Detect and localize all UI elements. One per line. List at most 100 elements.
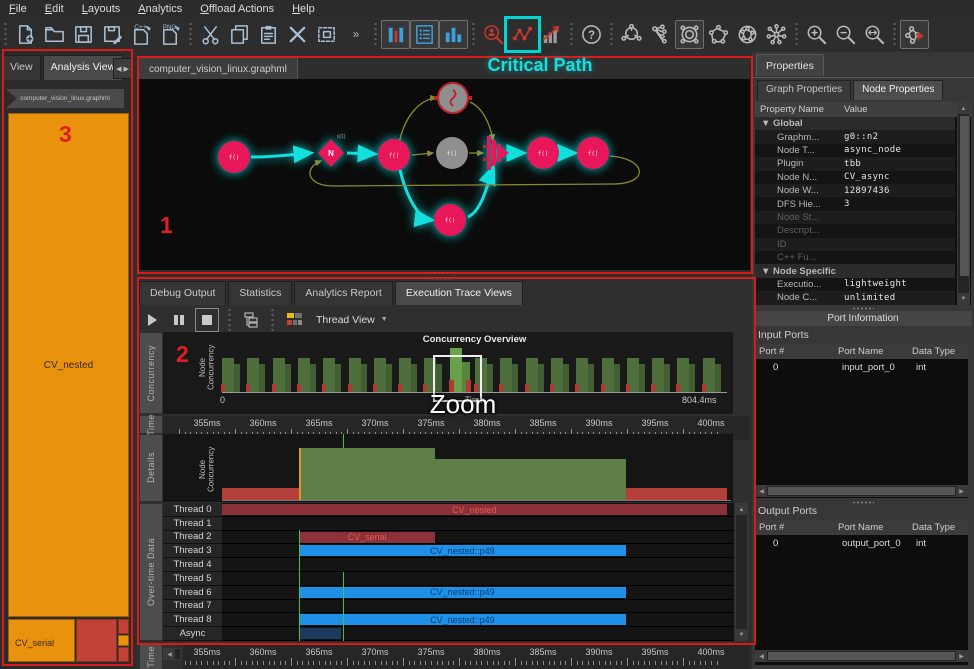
layout-caged-icon[interactable] xyxy=(733,20,762,49)
histogram-view-icon[interactable] xyxy=(381,20,410,49)
property-row[interactable]: Node N...CV_async xyxy=(755,171,955,184)
trace-tab-statistics[interactable]: Statistics xyxy=(228,281,292,305)
timeline-bar[interactable]: CV_nested::p49 xyxy=(299,545,626,556)
graph-node-out1[interactable]: f() xyxy=(527,137,559,169)
property-row[interactable]: Plugintbb xyxy=(755,157,955,170)
menu-offload-actions[interactable]: Offload Actions xyxy=(191,2,283,16)
scroll-down-icon[interactable]: ▼ xyxy=(958,293,969,304)
treemap-small-cell[interactable] xyxy=(118,619,129,634)
property-row[interactable]: Node T...async_node xyxy=(755,144,955,157)
splitter-grip[interactable] xyxy=(852,307,874,310)
zoom-in-icon[interactable] xyxy=(802,20,831,49)
breadcrumb[interactable]: computer_vision_linux.graphml xyxy=(6,89,124,108)
treemap-cv-nested[interactable]: CV_nested xyxy=(8,113,129,617)
open-file-icon[interactable] xyxy=(40,20,69,49)
critical-path-icon[interactable] xyxy=(508,20,537,49)
timeline-bar[interactable]: CV_nested::p49 xyxy=(299,587,626,598)
section-tab-overtime[interactable]: Over-time Data xyxy=(140,504,162,640)
help-icon[interactable]: ? xyxy=(577,20,606,49)
stop-button[interactable] xyxy=(195,308,219,332)
group-hierarchy-icon[interactable] xyxy=(240,309,262,331)
layout-organic-icon[interactable] xyxy=(617,20,646,49)
timeline-bar[interactable]: CV_nested xyxy=(222,504,727,515)
play-button[interactable] xyxy=(141,309,163,331)
properties-subtab-graph-properties[interactable]: Graph Properties xyxy=(757,80,851,100)
export-png-icon[interactable]: PNG xyxy=(156,20,185,49)
new-file-icon[interactable] xyxy=(11,20,40,49)
property-row[interactable]: ▼ Node Specific xyxy=(755,264,955,277)
performance-icon[interactable] xyxy=(537,20,566,49)
property-row[interactable]: Node St... xyxy=(755,211,955,224)
graph-node-buffer[interactable] xyxy=(434,83,472,113)
thread-view-dropdown[interactable]: Thread View ▼ xyxy=(316,314,388,326)
run-graph-icon[interactable] xyxy=(900,20,929,49)
port-cell[interactable]: 0 xyxy=(773,538,778,551)
layout-circular-icon[interactable] xyxy=(704,20,733,49)
treemap-red-block[interactable] xyxy=(76,619,117,662)
property-row[interactable]: Executio...lightweight xyxy=(755,278,955,291)
thread-scrollbar[interactable]: ▲ ▼ xyxy=(735,503,748,641)
scroll-up-icon[interactable]: ▲ xyxy=(958,103,969,114)
port-cell[interactable]: int xyxy=(916,362,926,375)
menu-edit[interactable]: Edit xyxy=(36,2,73,16)
layout-force-icon[interactable] xyxy=(762,20,791,49)
menu-analytics[interactable]: Analytics xyxy=(129,2,191,16)
properties-subtab-node-properties[interactable]: Node Properties xyxy=(853,80,943,100)
treemap-cv-serial[interactable]: CV_serial xyxy=(8,619,75,662)
menu-help[interactable]: Help xyxy=(283,2,324,16)
section-tab-time[interactable]: Time xyxy=(140,416,162,433)
paste-icon[interactable] xyxy=(254,20,283,49)
scroll-left-icon[interactable]: ◀ xyxy=(164,649,175,659)
trace-tab-debug-output[interactable]: Debug Output xyxy=(139,281,226,305)
zoom-out-icon[interactable] xyxy=(831,20,860,49)
port-cell[interactable]: input_port_0 xyxy=(842,362,895,375)
overflow-chevron-icon[interactable]: » xyxy=(341,20,370,49)
ruler-scroll-left[interactable]: ◀ xyxy=(163,648,181,660)
menu-file[interactable]: File xyxy=(0,2,36,16)
treemap-small-cell[interactable] xyxy=(118,647,129,662)
timeline-color-map-icon[interactable] xyxy=(283,309,305,331)
port-cell[interactable]: output_port_0 xyxy=(842,538,901,551)
pause-button[interactable] xyxy=(168,309,190,331)
splitter-grip[interactable] xyxy=(852,501,874,504)
graph-node-mid[interactable]: f() xyxy=(378,139,410,171)
property-row[interactable]: C++ Fu... xyxy=(755,251,955,264)
splitter-grip[interactable] xyxy=(427,277,453,280)
cut-icon[interactable] xyxy=(196,20,225,49)
thread-row[interactable]: CV_nested xyxy=(222,503,734,517)
port-cell[interactable]: 0 xyxy=(773,362,778,375)
sidebar-tab-analysis-view[interactable]: Analysis View xyxy=(43,55,124,80)
zoom-fit-icon[interactable] xyxy=(860,20,889,49)
graph-node-lower[interactable]: f() xyxy=(434,204,466,236)
graph-node-gray[interactable]: f() xyxy=(436,137,468,169)
tab-scroll-arrows[interactable]: ◀ ▶ xyxy=(113,58,132,79)
properties-scrollbar[interactable]: ▲ ▼ xyxy=(957,102,970,305)
graph-node-out2[interactable]: f() xyxy=(577,137,609,169)
timeline-bar[interactable] xyxy=(299,628,342,639)
menu-layouts[interactable]: Layouts xyxy=(73,2,130,16)
property-row[interactable]: Node C...unlimited xyxy=(755,291,955,304)
copy-icon[interactable] xyxy=(225,20,254,49)
property-row[interactable]: Descript... xyxy=(755,224,955,237)
timeline-bar[interactable]: CV_nested::p49 xyxy=(299,614,626,625)
property-row[interactable]: Node W...12897436 xyxy=(755,184,955,197)
scroll-down-icon[interactable]: ▼ xyxy=(736,629,747,640)
delete-icon[interactable] xyxy=(283,20,312,49)
timeline-bar[interactable]: CV_serial xyxy=(299,532,436,543)
graph-node-src[interactable]: f() xyxy=(218,141,250,173)
output-ports-hscroll[interactable]: ◀▶ xyxy=(755,650,968,662)
port-cell[interactable]: int xyxy=(916,538,926,551)
graph-node-join[interactable] xyxy=(483,136,509,170)
thread-row[interactable] xyxy=(222,517,734,531)
layout-target-icon[interactable] xyxy=(675,20,704,49)
find-node-icon[interactable] xyxy=(479,20,508,49)
property-row[interactable]: DFS Hie...3 xyxy=(755,197,955,210)
section-tab-time-bottom[interactable]: Time xyxy=(140,645,162,669)
properties-tab[interactable]: Properties xyxy=(756,54,824,76)
save-as-icon[interactable] xyxy=(98,20,127,49)
layout-tree-icon[interactable] xyxy=(646,20,675,49)
section-tab-details[interactable]: Details xyxy=(140,435,162,501)
property-row[interactable]: ID xyxy=(755,238,955,251)
property-row[interactable]: Graphm...g0::n2 xyxy=(755,130,955,143)
section-tab-concurrency[interactable]: Concurrency xyxy=(140,333,162,413)
